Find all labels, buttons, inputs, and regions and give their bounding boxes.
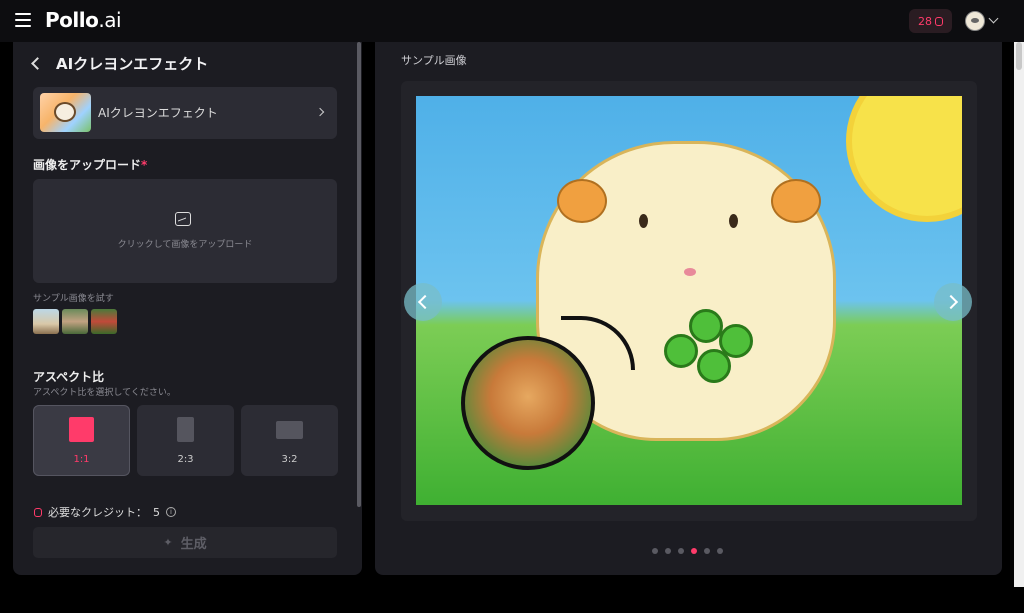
avatar[interactable] <box>965 11 985 31</box>
sparkle-icon: ✦ <box>163 536 173 549</box>
ratio-option-1-1[interactable]: 1:1 <box>33 405 130 476</box>
sample-image-2[interactable] <box>62 309 88 334</box>
carousel-dot[interactable] <box>665 548 671 554</box>
logo[interactable]: Pollo.ai <box>45 8 122 32</box>
credits-count: 28 <box>918 14 932 28</box>
bottom-bar <box>0 587 1024 613</box>
credits-badge[interactable]: 28 <box>909 9 952 33</box>
clover-leaf <box>664 334 698 368</box>
sample-image-1[interactable] <box>33 309 59 334</box>
generate-button[interactable]: ✦ 生成 <box>33 527 337 558</box>
ear-right <box>771 179 821 223</box>
ear-left <box>557 179 607 223</box>
upload-hint: クリックして画像をアップロード <box>117 240 253 250</box>
sample-label: サンプル画像を試す <box>33 294 114 304</box>
carousel-dot[interactable] <box>678 548 684 554</box>
credit-value: 5 <box>153 505 160 519</box>
image-upload-icon <box>175 212 191 226</box>
logo-ext: .ai <box>98 8 122 32</box>
upload-heading: 画像をアップロード* <box>33 156 147 173</box>
square-ratio-icon <box>69 417 94 442</box>
ratio-label: 3:2 <box>281 454 298 465</box>
carousel-dot[interactable] <box>652 548 658 554</box>
ratio-option-3-2[interactable]: 3:2 <box>241 405 338 476</box>
panel-scrollbar[interactable] <box>357 42 361 507</box>
top-nav-bar: Pollo.ai 28 <box>0 0 1024 42</box>
carousel-frame <box>401 81 977 521</box>
ratio-label: 1:1 <box>73 454 90 465</box>
page-scrollbar[interactable] <box>1014 42 1024 587</box>
scrollbar-thumb[interactable] <box>1016 42 1022 70</box>
logo-main: Pollo <box>45 8 99 32</box>
carousel-dot[interactable] <box>691 548 697 554</box>
back-icon[interactable] <box>31 56 44 70</box>
effect-selector[interactable]: AIクレヨンエフェクト <box>33 87 337 139</box>
required-credits: 必要なクレジット： 5 i <box>34 504 176 520</box>
sample-image <box>416 96 962 505</box>
chevron-down-icon[interactable] <box>988 13 999 24</box>
coin-icon <box>34 507 42 517</box>
eye-left <box>639 214 648 228</box>
aspect-hint: アスペクト比を選択してください。 <box>33 388 176 398</box>
aspect-ratio-options: 1:1 2:3 3:2 <box>33 405 338 476</box>
chevron-right-icon <box>315 107 325 117</box>
ratio-label: 2:3 <box>177 454 194 465</box>
effect-label: AIクレヨンエフェクト <box>98 106 218 120</box>
page-title: AIクレヨンエフェクト <box>56 54 209 73</box>
effect-thumbnail <box>40 93 91 132</box>
hamburger-icon[interactable] <box>15 13 31 27</box>
upload-dropzone[interactable]: クリックして画像をアップロード <box>33 179 337 283</box>
generate-label: 生成 <box>180 537 207 552</box>
panel-header: AIクレヨンエフェクト <box>31 52 209 74</box>
coin-icon <box>935 16 943 26</box>
carousel-dots <box>652 548 723 554</box>
carousel-next-button[interactable] <box>934 283 972 321</box>
preview-panel: サンプル画像 <box>375 42 1002 575</box>
eye-right <box>729 214 738 228</box>
nose <box>684 268 696 276</box>
landscape-ratio-icon <box>276 421 303 439</box>
ratio-option-2-3[interactable]: 2:3 <box>137 405 234 476</box>
carousel-prev-button[interactable] <box>404 283 442 321</box>
aspect-heading: アスペクト比 <box>33 370 105 384</box>
info-icon[interactable]: i <box>166 507 176 517</box>
settings-panel: AIクレヨンエフェクト AIクレヨンエフェクト 画像をアップロード* クリックし… <box>13 42 362 575</box>
sample-title: サンプル画像 <box>401 54 467 67</box>
carousel-dot[interactable] <box>704 548 710 554</box>
original-photo-inset <box>461 336 595 470</box>
clover-leaf <box>689 309 723 343</box>
sun-drawing <box>852 96 962 216</box>
required-mark: * <box>141 158 148 172</box>
clover-leaf <box>697 349 731 383</box>
upload-heading-text: 画像をアップロード <box>33 158 142 172</box>
credit-text: 必要なクレジット： <box>48 506 147 519</box>
sample-image-3[interactable] <box>91 309 117 334</box>
sample-images <box>33 309 117 334</box>
portrait-ratio-icon <box>177 417 194 442</box>
carousel-dot[interactable] <box>717 548 723 554</box>
